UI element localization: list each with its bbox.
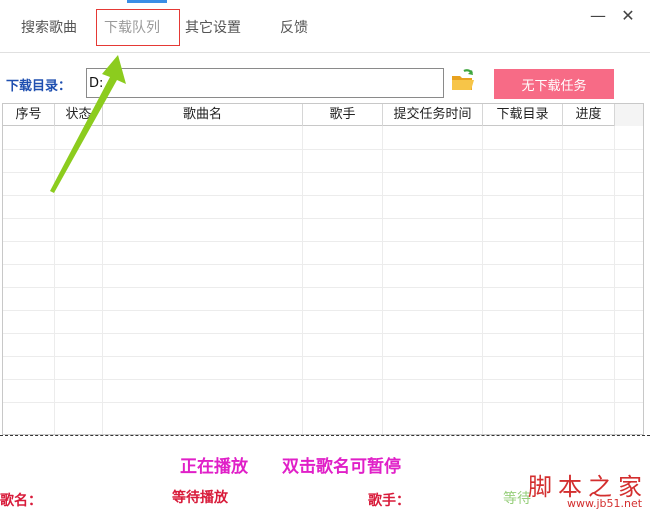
active-accent-bar: [127, 0, 167, 3]
grid-line: [3, 287, 643, 288]
grid-line: [3, 310, 643, 311]
title-bar: 搜索歌曲 下载队列 其它设置 反馈 — ✕: [0, 0, 660, 52]
column-header-index[interactable]: 序号: [3, 104, 55, 126]
grid-line: [3, 149, 643, 150]
grid-line: [3, 241, 643, 242]
header-scroll-gutter: [615, 104, 643, 126]
column-header-progress[interactable]: 进度: [563, 104, 615, 126]
download-queue-table: 序号 状态 歌曲名 歌手 提交任务时间 下载目录 进度: [2, 103, 644, 435]
header-divider: [0, 52, 650, 53]
column-header-song-name[interactable]: 歌曲名: [103, 104, 303, 126]
tab-feedback[interactable]: 反馈: [280, 18, 308, 38]
minimize-button[interactable]: —: [588, 6, 608, 26]
column-header-download-dir[interactable]: 下载目录: [483, 104, 563, 126]
tab-search-songs[interactable]: 搜索歌曲: [21, 18, 77, 38]
column-header-submit-time[interactable]: 提交任务时间: [383, 104, 483, 126]
pause-hint: 双击歌名可暂停: [282, 457, 401, 477]
folder-open-icon[interactable]: [450, 68, 476, 94]
grid-line: [3, 333, 643, 334]
download-dir-label: 下载目录：: [6, 79, 72, 94]
section-divider: [0, 435, 650, 436]
tab-other-settings[interactable]: 其它设置: [185, 18, 241, 38]
grid-line: [3, 218, 643, 219]
table-header: 序号 状态 歌曲名 歌手 提交任务时间 下载目录 进度: [3, 104, 643, 126]
grid-line: [3, 402, 643, 403]
no-download-task-button[interactable]: 无下载任务: [494, 69, 614, 99]
grid-line: [3, 264, 643, 265]
tab-highlight-box: [96, 9, 180, 46]
close-button[interactable]: ✕: [618, 6, 638, 26]
grid-line: [3, 379, 643, 380]
now-playing-label: 正在播放: [180, 457, 248, 477]
grid-line: [3, 172, 643, 173]
download-dir-input[interactable]: [86, 68, 444, 98]
grid-line: [3, 356, 643, 357]
column-header-status[interactable]: 状态: [55, 104, 103, 126]
song-name-label: 歌名：: [0, 493, 42, 509]
column-header-singer[interactable]: 歌手: [303, 104, 383, 126]
grid-line: [3, 195, 643, 196]
watermark-url: www.jb51.net: [567, 497, 643, 510]
song-name-value: 等待播放: [172, 490, 228, 506]
singer-label: 歌手：: [368, 493, 410, 509]
faded-status-text: 等待: [503, 491, 531, 507]
